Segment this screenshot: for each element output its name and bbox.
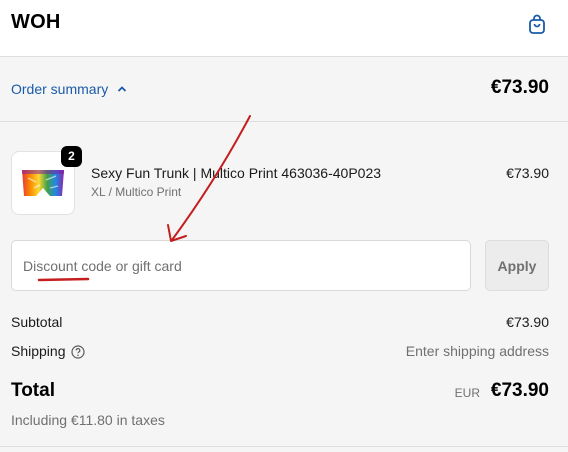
shopping-bag-icon[interactable]: [525, 12, 549, 36]
subtotal-label: Subtotal: [11, 314, 63, 330]
order-summary-toggle[interactable]: Order summary: [11, 81, 128, 97]
total-label: Total: [11, 380, 55, 401]
quantity-badge: 2: [61, 146, 82, 167]
store-logo[interactable]: WOH: [11, 11, 60, 34]
shipping-label: Shipping: [11, 343, 66, 359]
summary-total: €73.90: [490, 77, 549, 98]
divider: [0, 446, 568, 447]
question-circle-icon[interactable]: [71, 345, 85, 359]
shipping-value: Enter shipping address: [405, 343, 549, 359]
total-value: €73.90: [490, 380, 549, 401]
product-variant: XL / Multico Print: [91, 185, 182, 199]
checkout-header: WOH: [0, 0, 568, 57]
total-currency: EUR: [454, 386, 480, 400]
chevron-up-icon: [118, 86, 127, 92]
apply-discount-button[interactable]: Apply: [485, 240, 549, 291]
product-name: Sexy Fun Trunk | Multico Print 463036-40…: [91, 165, 382, 181]
product-price: €73.90: [506, 165, 549, 181]
discount-code-input[interactable]: [11, 240, 471, 291]
taxes-note: Including €11.80 in taxes: [11, 412, 165, 428]
order-summary-panel: 2 Sexy Fun Trunk | Multico Print 463036-…: [0, 122, 568, 452]
order-summary-toggle-bar[interactable]: Order summary €73.90: [0, 57, 568, 122]
order-summary-label: Order summary: [11, 81, 109, 97]
subtotal-value: €73.90: [506, 314, 549, 330]
